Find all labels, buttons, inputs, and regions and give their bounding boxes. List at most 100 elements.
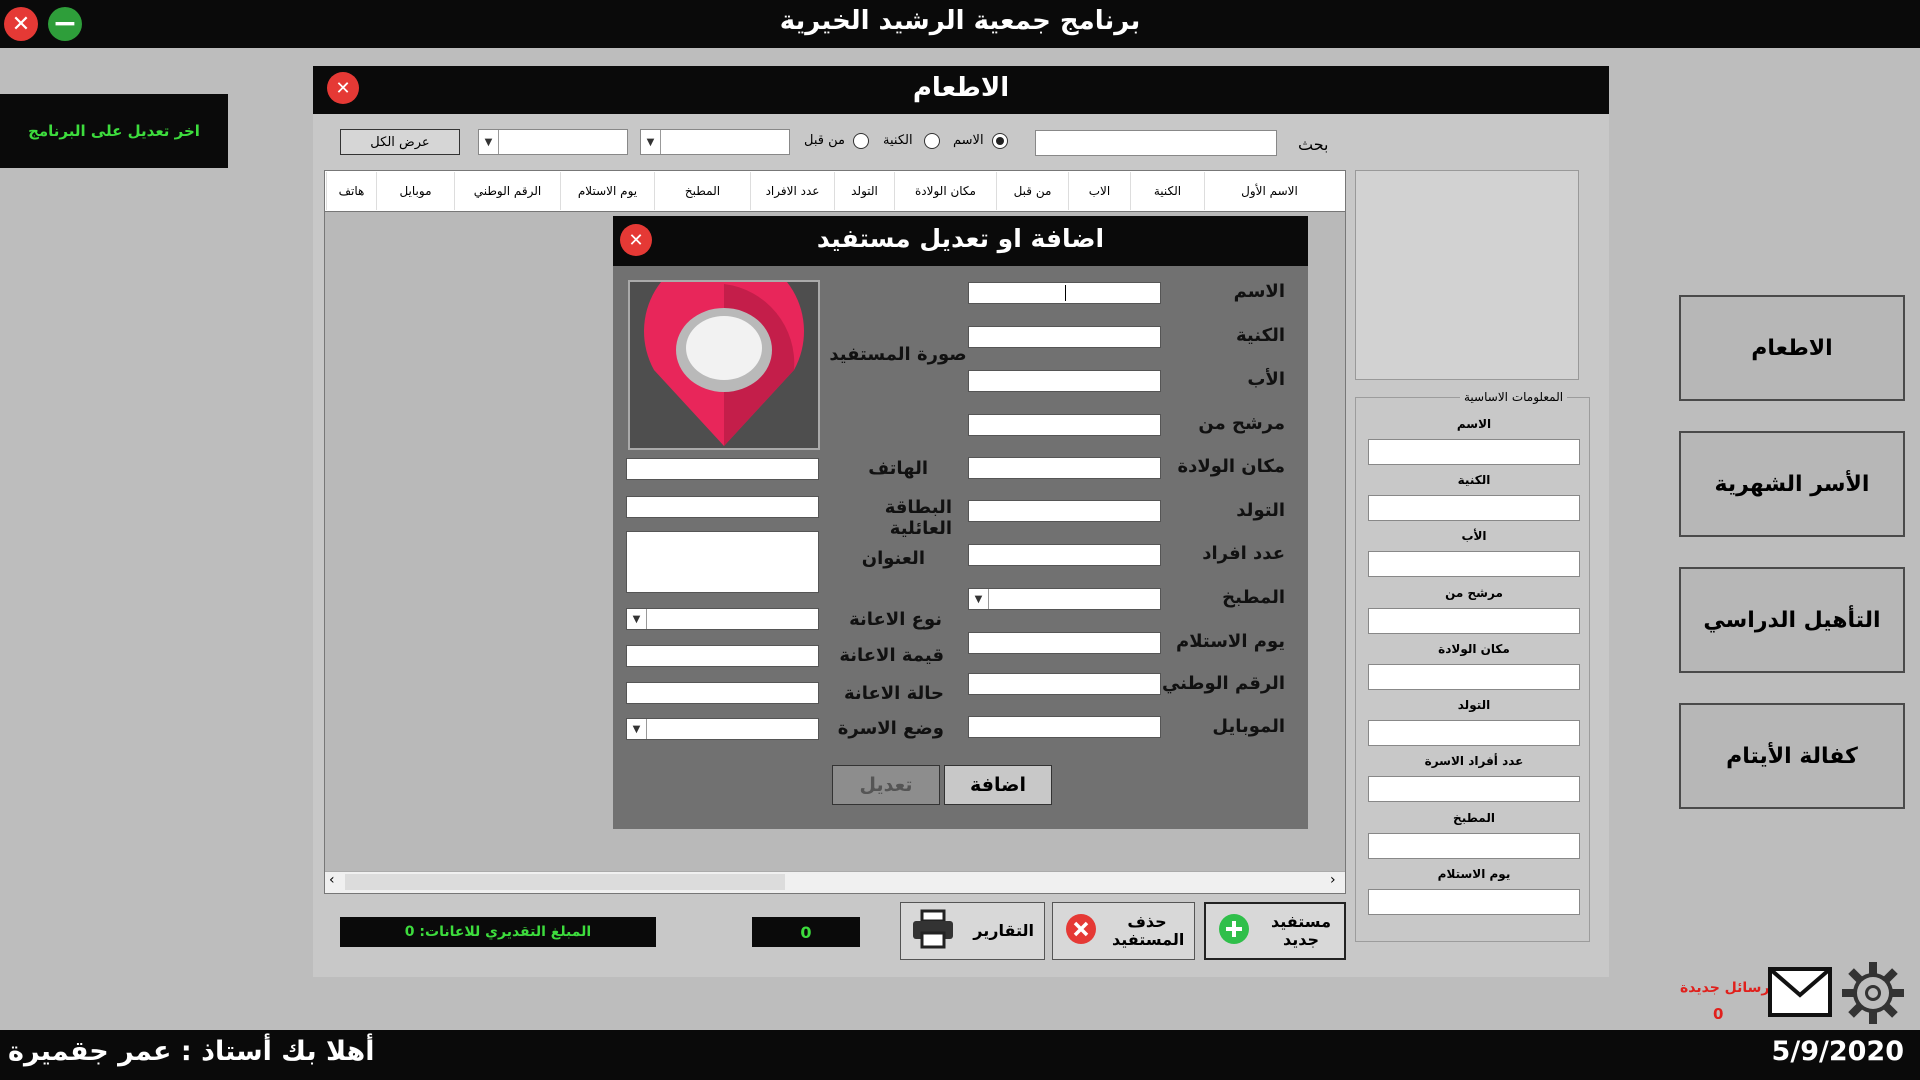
dlg-photo-label: صورة المستفيد [829, 344, 967, 365]
radio-search-by-surname[interactable] [924, 133, 940, 149]
scrollbar-thumb[interactable] [345, 874, 785, 890]
radio-search-by-referrer[interactable] [853, 133, 869, 149]
dlg-aid-value-input[interactable] [626, 645, 819, 667]
dlg-surname-input[interactable] [968, 326, 1161, 348]
beneficiary-photo[interactable] [628, 251, 820, 450]
col-receipt-day[interactable]: يوم الاستلام [560, 172, 654, 210]
nav-orphans-button[interactable]: كفالة الأيتام [1679, 703, 1905, 809]
dlg-phone-input[interactable] [626, 458, 819, 480]
dlg-father-input[interactable] [968, 370, 1161, 392]
dlg-label-address: العنوان [861, 548, 925, 569]
col-father[interactable]: الاب [1068, 172, 1130, 210]
nav-feeding-button[interactable]: الاطعام [1679, 295, 1905, 401]
dialog-title: اضافة او تعديل مستفيد [816, 224, 1105, 253]
nav-monthly-families-button[interactable]: الأسر الشهرية [1679, 431, 1905, 537]
location-pin-icon [644, 251, 804, 446]
basic-info-title: المعلومات الاساسية [1460, 390, 1568, 404]
col-birthplace[interactable]: مكان الولادة [894, 172, 996, 210]
dlg-national-id-input[interactable] [968, 673, 1161, 695]
basic-surname-field[interactable] [1368, 495, 1580, 521]
dlg-family-members-input[interactable] [968, 544, 1161, 566]
add-button[interactable]: اضافة [944, 765, 1052, 805]
dlg-aid-status-input[interactable] [626, 682, 819, 704]
dlg-label-father: الأب [1247, 369, 1285, 390]
chevron-down-icon: ▼ [627, 719, 647, 739]
chevron-down-icon: ▼ [479, 130, 499, 154]
app-title: برنامج جمعية الرشيد الخيرية [779, 6, 1141, 36]
dlg-address-input[interactable] [626, 531, 819, 593]
col-mobile[interactable]: موبايل [376, 172, 454, 210]
basic-father-field[interactable] [1368, 551, 1580, 577]
basic-kitchen-field[interactable] [1368, 833, 1580, 859]
dlg-name-input[interactable] [968, 282, 1161, 304]
basic-birthplace-field[interactable] [1368, 664, 1580, 690]
dlg-label-surname: الكنية [1235, 325, 1285, 346]
dlg-label-birth-year: التولد [1236, 500, 1285, 521]
delete-icon [1065, 913, 1097, 949]
settings-icon[interactable] [1840, 960, 1906, 1026]
basic-referrer-field[interactable] [1368, 608, 1580, 634]
dlg-birth-year-input[interactable] [968, 500, 1161, 522]
col-phone[interactable]: هاتف [326, 172, 376, 210]
dlg-kitchen-dropdown[interactable]: ▼ [968, 588, 1161, 610]
delete-beneficiary-button[interactable]: حذف المستفيد [1052, 902, 1195, 960]
new-messages-count: 0 [1713, 1005, 1724, 1023]
radio-label-surname: الكنية [883, 133, 913, 148]
radio-label-name: الاسم [953, 133, 984, 148]
new-messages-label: رسائل جديدة [1680, 980, 1770, 996]
chevron-down-icon: ▼ [969, 589, 989, 609]
col-first-name[interactable]: الاسم الأول [1204, 172, 1334, 210]
new-beneficiary-button[interactable]: مستفيد جديد [1204, 902, 1346, 960]
dlg-label-family-status: وضع الاسرة [837, 718, 944, 739]
basic-receipt-day-field[interactable] [1368, 889, 1580, 915]
dlg-label-aid-status: حالة الاعانة [844, 683, 944, 704]
dlg-label-referrer: مرشح من [1198, 413, 1285, 434]
close-icon: ✕ [335, 77, 351, 99]
dlg-aid-type-dropdown[interactable]: ▼ [626, 608, 819, 630]
dialog-close-button[interactable]: ✕ [620, 224, 652, 256]
reports-button[interactable]: التقارير [900, 902, 1045, 960]
basic-family-members-field[interactable] [1368, 776, 1580, 802]
edit-button[interactable]: تعديل [832, 765, 940, 805]
feeding-window-close-button[interactable]: ✕ [327, 72, 359, 104]
filter-dropdown-2[interactable]: ▼ [478, 129, 628, 155]
col-surname[interactable]: الكنية [1130, 172, 1204, 210]
basic-birth-year-field[interactable] [1368, 720, 1580, 746]
col-family-members[interactable]: عدد الافراد [750, 172, 834, 210]
dlg-family-card-input[interactable] [626, 496, 819, 518]
dlg-family-status-dropdown[interactable]: ▼ [626, 718, 819, 740]
mail-icon[interactable] [1767, 963, 1833, 1021]
scroll-right-icon[interactable]: › [1330, 872, 1336, 888]
col-referrer[interactable]: من قبل [996, 172, 1068, 210]
col-birth-year[interactable]: التولد [834, 172, 894, 210]
nav-education-button[interactable]: التأهيل الدراسي [1679, 567, 1905, 673]
filter-dropdown-1[interactable]: ▼ [640, 129, 790, 155]
dlg-label-mobile: الموبايل [1212, 716, 1285, 737]
col-national-id[interactable]: الرقم الوطني [454, 172, 560, 210]
dlg-label-birthplace: مكان الولادة [1177, 456, 1285, 477]
basic-name-field[interactable] [1368, 439, 1580, 465]
show-all-button[interactable]: عرض الكل [340, 129, 460, 155]
chevron-down-icon: ▼ [627, 609, 647, 629]
scroll-left-icon[interactable]: ‹ [329, 872, 335, 888]
dlg-label-name: الاسم [1233, 281, 1285, 302]
search-input[interactable] [1035, 130, 1277, 156]
dlg-label-aid-type: نوع الاعانة [849, 609, 942, 630]
add-icon [1218, 913, 1250, 949]
dlg-referrer-input[interactable] [968, 414, 1161, 436]
text-cursor [1065, 285, 1066, 301]
current-date: 5/9/2020 [1771, 1036, 1904, 1067]
dlg-receipt-day-input[interactable] [968, 632, 1161, 654]
dlg-label-national-id: الرقم الوطني [1161, 673, 1285, 694]
dlg-birthplace-input[interactable] [968, 457, 1161, 479]
radio-search-by-name[interactable] [992, 133, 1008, 149]
basic-label-name: الاسم [1456, 417, 1492, 431]
window-close-button[interactable]: ✕ [4, 7, 38, 41]
dlg-mobile-input[interactable] [968, 716, 1161, 738]
basic-label-birth-year: التولد [1457, 698, 1491, 712]
window-minimize-button[interactable]: − [48, 7, 82, 41]
basic-label-kitchen: المطبخ [1453, 811, 1495, 825]
dlg-label-aid-value: قيمة الاعانة [839, 645, 944, 666]
col-kitchen[interactable]: المطبخ [654, 172, 750, 210]
radio-label-referrer: من قبل [804, 133, 845, 148]
